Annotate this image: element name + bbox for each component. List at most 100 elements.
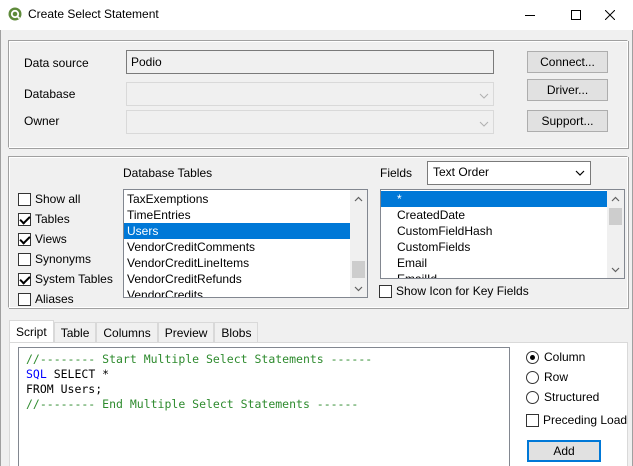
field-list-item[interactable]: * bbox=[381, 191, 608, 207]
scroll-up-arrow[interactable] bbox=[607, 190, 624, 207]
fields-list[interactable]: * CreatedDate CustomFieldHash CustomFields E… bbox=[380, 189, 625, 279]
radio-row[interactable]: Row bbox=[526, 367, 599, 387]
script-keyword-sql: SQL bbox=[26, 367, 47, 381]
close-button[interactable] bbox=[587, 0, 633, 30]
chevron-up-icon bbox=[611, 196, 620, 201]
checkbox-box[interactable] bbox=[18, 192, 31, 206]
chevron-up-icon bbox=[354, 196, 363, 201]
scroll-thumb[interactable] bbox=[609, 208, 622, 225]
filter-label: Views bbox=[35, 232, 67, 246]
database-combo[interactable] bbox=[126, 82, 494, 106]
database-tables-list[interactable]: TaxExemptions TimeEntries Users VendorCredi… bbox=[123, 189, 368, 298]
checkbox-box[interactable] bbox=[379, 284, 392, 298]
checkbox-box[interactable] bbox=[18, 292, 31, 306]
chevron-down-icon bbox=[611, 267, 620, 272]
table-list-item[interactable]: VendorCredits bbox=[124, 287, 351, 297]
script-line-1: //-------- Start Multiple Select Stateme… bbox=[26, 352, 373, 366]
data-source-label: Data source bbox=[24, 56, 89, 70]
table-list-item[interactable]: VendorCreditRefunds bbox=[124, 271, 351, 287]
driver-button[interactable]: Driver... bbox=[527, 79, 608, 101]
tab-columns[interactable]: Columns bbox=[96, 322, 158, 342]
filter-checkbox-synonyms[interactable]: Synonyms bbox=[18, 249, 113, 269]
script-line-3: FROM Users; bbox=[26, 382, 103, 396]
field-list-item[interactable]: EmailId bbox=[381, 271, 608, 278]
table-list-item[interactable]: TimeEntries bbox=[124, 207, 351, 223]
filter-label: Show all bbox=[35, 192, 81, 206]
radio-label: Structured bbox=[544, 390, 600, 404]
scroll-up-arrow[interactable] bbox=[350, 190, 367, 207]
filter-label: Tables bbox=[35, 212, 70, 226]
radio-circle[interactable] bbox=[526, 390, 539, 404]
tab-preview[interactable]: Preview bbox=[157, 322, 215, 342]
qlik-app-icon bbox=[8, 7, 22, 21]
filter-checkboxes: Show all Tables Views Synonyms System Tables… bbox=[18, 189, 113, 309]
radio-circle[interactable] bbox=[526, 350, 539, 364]
chevron-down-icon bbox=[575, 170, 585, 176]
title-bar: Create Select Statement bbox=[0, 0, 633, 30]
chevron-down-icon bbox=[479, 121, 489, 127]
table-list-item[interactable]: VendorCreditComments bbox=[124, 239, 351, 255]
fields-list-items: * CreatedDate CustomFieldHash CustomFields E… bbox=[381, 190, 624, 278]
scroll-thumb[interactable] bbox=[352, 261, 365, 278]
filter-checkbox-system-tables[interactable]: System Tables bbox=[18, 269, 113, 289]
field-list-item[interactable]: CustomFieldHash bbox=[381, 223, 608, 239]
window-title: Create Select Statement bbox=[28, 7, 159, 21]
minimize-button[interactable] bbox=[507, 0, 553, 30]
tab-script[interactable]: Script bbox=[9, 320, 54, 342]
layout-radio-group: Column Row Structured bbox=[526, 347, 599, 407]
radio-column[interactable]: Column bbox=[526, 347, 599, 367]
filter-checkbox-aliases[interactable]: Aliases bbox=[18, 289, 113, 309]
database-tables-label: Database Tables bbox=[123, 166, 213, 180]
tab-blobs[interactable]: Blobs bbox=[214, 322, 259, 342]
support-button[interactable]: Support... bbox=[527, 110, 608, 132]
database-label: Database bbox=[24, 87, 76, 101]
table-list-item[interactable]: Users bbox=[124, 223, 351, 239]
table-list-item[interactable]: TaxExemptions bbox=[124, 191, 351, 207]
tab-table[interactable]: Table bbox=[53, 322, 97, 342]
checkbox-box[interactable] bbox=[18, 212, 31, 226]
add-button[interactable]: Add bbox=[527, 440, 601, 462]
checkbox-box[interactable] bbox=[18, 232, 31, 246]
fields-label: Fields bbox=[380, 166, 413, 180]
checkbox-box[interactable] bbox=[18, 272, 31, 286]
radio-circle[interactable] bbox=[526, 370, 539, 384]
filter-checkbox-tables[interactable]: Tables bbox=[18, 209, 113, 229]
close-icon bbox=[605, 10, 615, 20]
scroll-down-arrow[interactable] bbox=[350, 280, 367, 297]
filter-label: Synonyms bbox=[35, 252, 92, 266]
preceding-load-label: Preceding Load bbox=[543, 413, 628, 427]
radio-structured[interactable]: Structured bbox=[526, 387, 599, 407]
owner-label: Owner bbox=[24, 114, 60, 128]
script-line-4: //-------- End Multiple Select Statement… bbox=[26, 397, 359, 411]
preceding-load-checkbox[interactable]: Preceding Load bbox=[526, 413, 627, 427]
field-list-item[interactable]: Email bbox=[381, 255, 608, 271]
filter-checkbox-show-all[interactable]: Show all bbox=[18, 189, 113, 209]
script-line-2: SELECT * bbox=[46, 367, 110, 381]
chevron-down-icon bbox=[354, 286, 363, 291]
chevron-down-icon bbox=[479, 93, 489, 99]
filter-label: System Tables bbox=[35, 272, 113, 286]
connect-button[interactable]: Connect... bbox=[527, 51, 608, 73]
radio-label: Row bbox=[544, 370, 569, 384]
filter-label: Aliases bbox=[35, 292, 74, 306]
script-editor[interactable]: //-------- Start Multiple Select Stateme… bbox=[18, 347, 510, 466]
tables-scrollbar[interactable] bbox=[350, 190, 367, 297]
checkbox-box[interactable] bbox=[18, 252, 31, 266]
checkbox-box[interactable] bbox=[526, 413, 539, 427]
maximize-icon bbox=[571, 10, 581, 20]
table-list-item[interactable]: VendorCreditLineItems bbox=[124, 255, 351, 271]
field-list-item[interactable]: CreatedDate bbox=[381, 207, 608, 223]
scroll-down-arrow[interactable] bbox=[607, 261, 624, 278]
data-source-field: Podio bbox=[126, 50, 494, 74]
owner-combo[interactable] bbox=[126, 110, 494, 134]
field-order-value: Text Order bbox=[433, 165, 490, 179]
field-list-item[interactable]: CustomFields bbox=[381, 239, 608, 255]
tables-list-items: TaxExemptions TimeEntries Users VendorCredi… bbox=[124, 190, 367, 297]
fields-scrollbar[interactable] bbox=[607, 190, 624, 278]
tab-strip: Script Table Columns Preview Blobs bbox=[9, 320, 259, 342]
field-order-select[interactable]: Text Order bbox=[427, 161, 591, 185]
minimize-icon bbox=[525, 15, 535, 16]
filter-checkbox-views[interactable]: Views bbox=[18, 229, 113, 249]
show-icon-key-fields-checkbox[interactable]: Show Icon for Key Fields bbox=[379, 284, 529, 298]
show-icon-key-fields-label: Show Icon for Key Fields bbox=[396, 284, 529, 298]
